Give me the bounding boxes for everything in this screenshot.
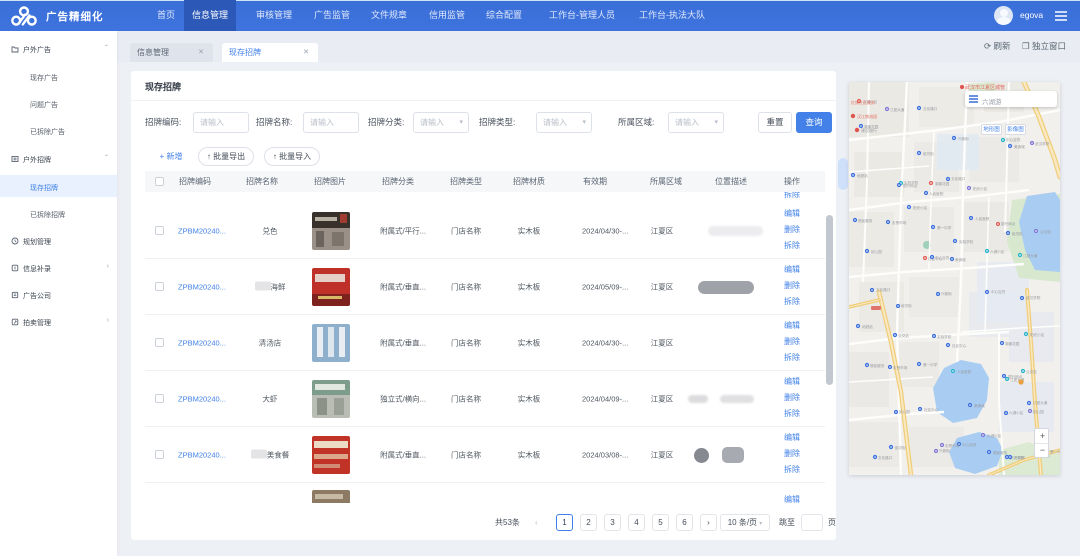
svg-text:阳光小区: 阳光小区 [973, 186, 988, 191]
svg-text:湖景花园: 湖景花园 [935, 181, 950, 186]
svg-text:纸坊街: 纸坊街 [923, 151, 934, 156]
svg-text:地铁站: 地铁站 [857, 173, 868, 178]
svg-text:人民医院: 人民医院 [975, 216, 990, 221]
svg-text:第一中学: 第一中学 [1050, 449, 1060, 454]
svg-text:美食城: 美食城 [1014, 144, 1025, 149]
svg-text:公交站: 公交站 [1040, 229, 1051, 234]
svg-text:公交站: 公交站 [1026, 369, 1037, 374]
svg-text:人民医院: 人民医院 [929, 191, 944, 196]
svg-text:美食城: 美食城 [955, 257, 966, 262]
svg-text:中心百货: 中心百货 [962, 442, 977, 447]
svg-text:建设银行: 建设银行 [861, 127, 877, 133]
svg-text:阳光小区: 阳光小区 [1030, 332, 1045, 337]
svg-text:兴新街: 兴新街 [939, 448, 950, 453]
svg-text:文化路口: 文化路口 [951, 176, 966, 181]
svg-text:幼儿园: 幼儿园 [899, 409, 910, 414]
svg-text:人民医院: 人民医院 [957, 369, 972, 374]
svg-text:中心百货: 中心百货 [1006, 137, 1021, 142]
svg-text:兴新街: 兴新街 [958, 136, 969, 141]
svg-text:幼儿园: 幼儿园 [1033, 409, 1044, 414]
svg-text:第一中学: 第一中学 [923, 362, 938, 367]
svg-text:社区中心: 社区中心 [952, 343, 967, 348]
svg-text:纸坊街: 纸坊街 [895, 445, 906, 450]
svg-text:中心百货: 中心百货 [935, 255, 950, 260]
svg-text:实验学校: 实验学校 [937, 334, 952, 339]
svg-text:纸坊街: 纸坊街 [901, 303, 912, 308]
svg-text:农贸市场: 农贸市场 [892, 220, 907, 225]
svg-text:湖景花园: 湖景花园 [1005, 341, 1020, 346]
svg-text:阳光小区: 阳光小区 [913, 205, 928, 210]
svg-text:江夏大道: 江夏大道 [890, 107, 905, 112]
svg-text:汉江物流园: 汉江物流园 [857, 113, 877, 119]
svg-text:便民服务: 便民服务 [993, 450, 1008, 455]
svg-text:中心百货: 中心百货 [991, 289, 1006, 294]
svg-text:六湖小区: 六湖小区 [1009, 410, 1024, 415]
svg-text:农贸市场: 农贸市场 [893, 365, 908, 370]
svg-text:六湖小区: 六湖小区 [990, 249, 1005, 254]
svg-text:便民服务: 便民服务 [870, 363, 885, 368]
svg-text:武汉市江夏区城管: 武汉市江夏区城管 [965, 84, 1005, 91]
svg-text:武汉学院: 武汉学院 [1026, 295, 1041, 300]
svg-text:农贸市场: 农贸市场 [945, 443, 960, 448]
svg-text:文化路口: 文化路口 [878, 455, 893, 460]
svg-text:江夏大道: 江夏大道 [1033, 400, 1048, 405]
svg-text:六湖小区: 六湖小区 [987, 433, 1002, 438]
svg-text:便民服务: 便民服务 [858, 218, 873, 223]
svg-text:文化路口: 文化路口 [923, 106, 938, 111]
svg-text:地铁站: 地铁站 [862, 324, 873, 329]
svg-text:实验学校: 实验学校 [959, 239, 974, 244]
svg-text:兴新街: 兴新街 [941, 291, 952, 296]
svg-text:第一中学: 第一中学 [937, 225, 952, 230]
svg-text:银行网点: 银行网点 [903, 183, 918, 188]
svg-text:公交站: 公交站 [898, 333, 909, 338]
svg-text:红旗社区服务: 红旗社区服务 [851, 99, 875, 105]
svg-text:兴新街: 兴新街 [1014, 455, 1025, 460]
svg-text:武汉学院: 武汉学院 [1035, 141, 1050, 146]
svg-text:纸坊街: 纸坊街 [1012, 231, 1023, 236]
svg-text:文化路口: 文化路口 [876, 287, 891, 292]
svg-text:社区中心: 社区中心 [924, 407, 939, 412]
svg-text:幼儿园: 幼儿园 [871, 249, 882, 254]
svg-text:江夏大道: 江夏大道 [1023, 253, 1038, 258]
svg-text:美食城: 美食城 [974, 403, 985, 408]
svg-text:银行网点: 银行网点 [1001, 221, 1016, 226]
